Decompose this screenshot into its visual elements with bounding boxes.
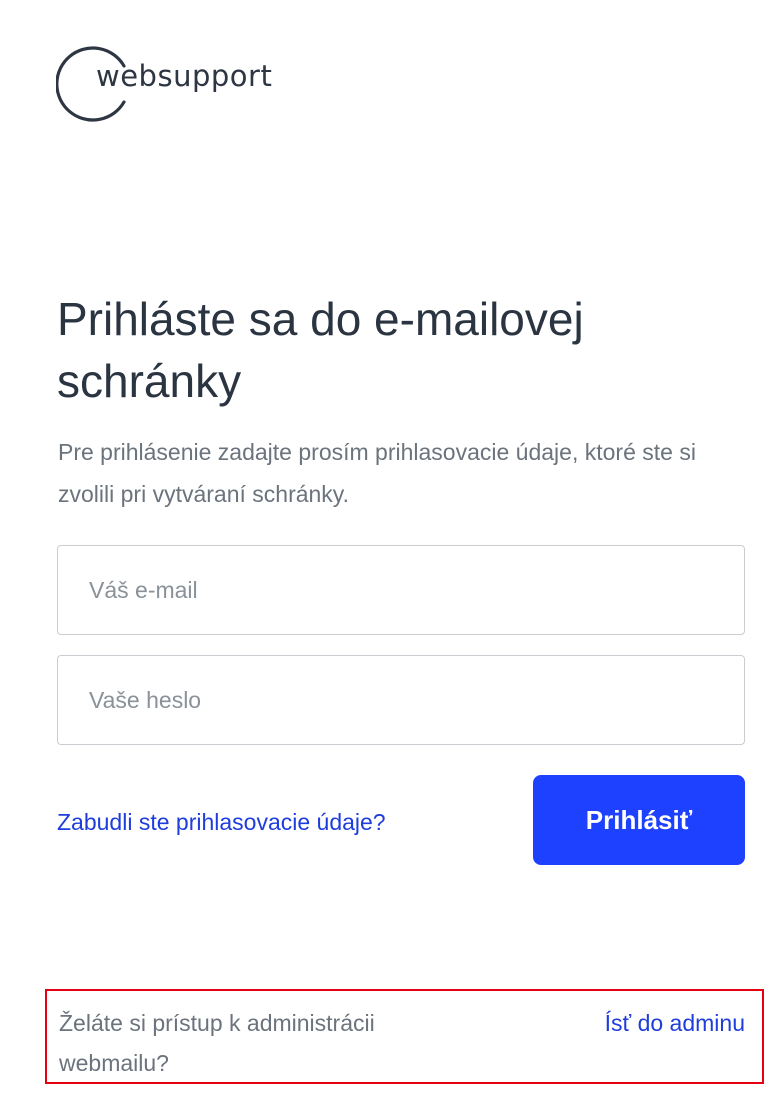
admin-access-question: Želáte si prístup k administrácii webmai… — [59, 1010, 375, 1076]
logo[interactable]: websupport — [56, 44, 296, 122]
page-subtitle: Pre prihlásenie zadajte prosím prihlasov… — [58, 439, 696, 507]
login-button[interactable]: Prihlásiť — [533, 775, 745, 865]
go-to-admin-link[interactable]: Ísť do adminu — [605, 1003, 745, 1043]
logo-wordmark: websupport — [96, 59, 273, 93]
forgot-credentials-link[interactable]: Zabudli ste prihlasovacie údaje? — [57, 807, 386, 837]
page-title: Prihláste sa do e-mailovej schránky — [57, 293, 584, 407]
password-field[interactable] — [57, 655, 745, 745]
admin-access-box: Želáte si prístup k administrácii webmai… — [45, 989, 764, 1084]
email-field[interactable] — [57, 545, 745, 635]
